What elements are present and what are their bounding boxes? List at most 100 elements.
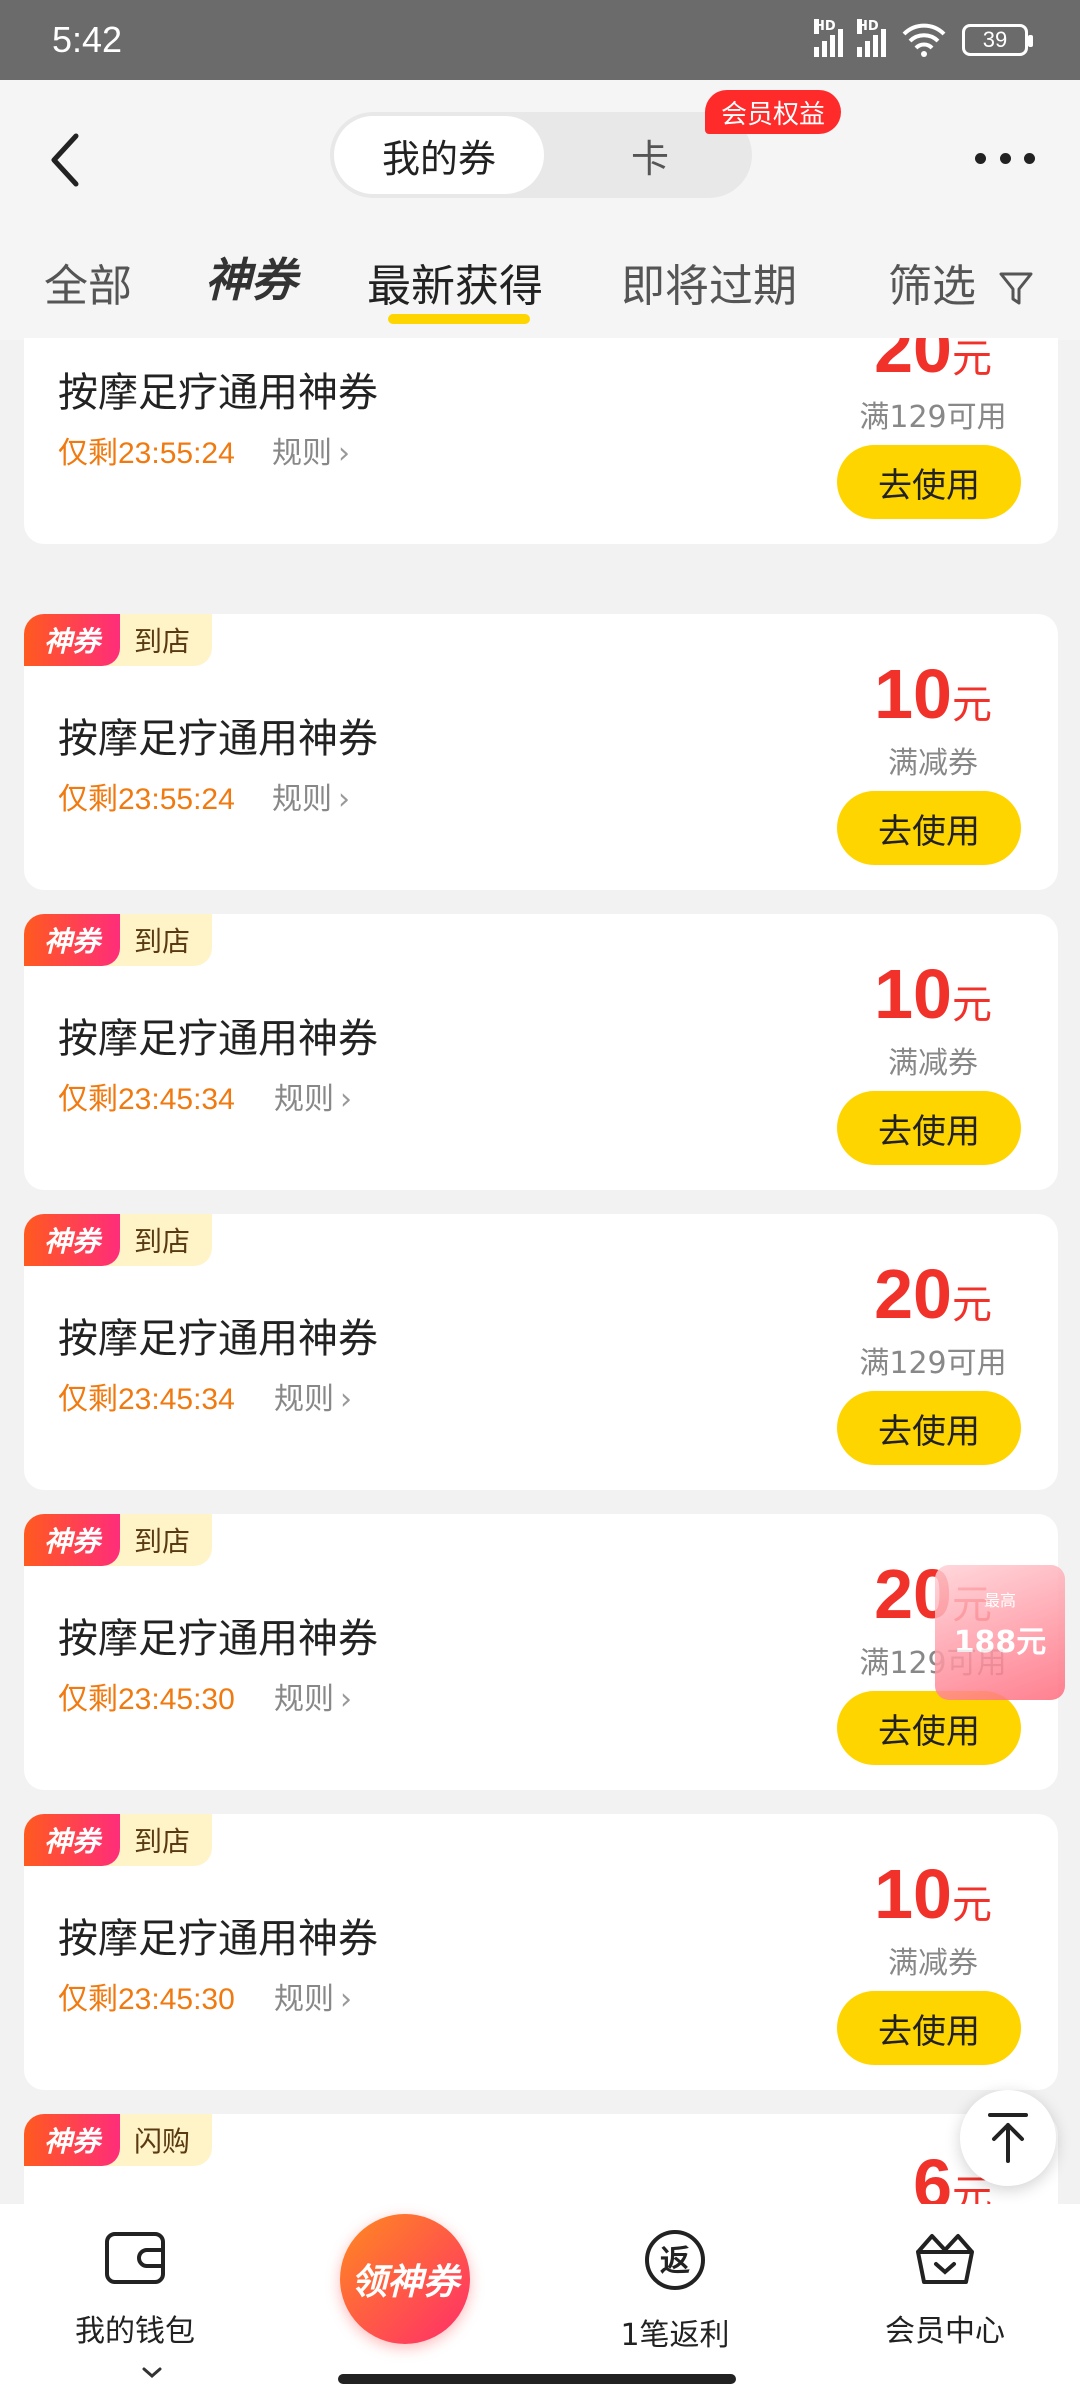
coupon-title: 按摩足疗通用神券	[58, 716, 378, 762]
coupon-amount: 10元	[874, 955, 992, 1033]
tab-all[interactable]: 全部	[44, 250, 132, 314]
header: 我的券 卡 会员权益	[0, 80, 1080, 230]
coupon-rule-link[interactable]: 规则 ›	[274, 1974, 352, 2018]
dot-icon	[999, 152, 1011, 164]
tab-newest[interactable]: 最新获得	[367, 250, 543, 314]
coupon-timer: 仅剩23:45:34	[58, 1083, 235, 1116]
use-coupon-button[interactable]: 去使用	[837, 1091, 1021, 1165]
coupon-condition: 满129可用	[859, 1346, 1007, 1381]
chevron-down-icon	[142, 2367, 162, 2378]
signal-icon: HD	[857, 19, 886, 57]
coupon-list: 神券 到店 按摩足疗通用神券 仅剩23:55:24 规则› 20元 满129可用…	[0, 338, 1080, 2204]
nav-get-coupons-button[interactable]: 领神券	[340, 2214, 470, 2344]
chevron-right-icon: ›	[340, 1682, 352, 1717]
rebate-icon: 返	[645, 2230, 705, 2290]
back-to-top-button[interactable]	[960, 2090, 1056, 2186]
coupon-amount: 20元	[874, 1255, 992, 1333]
coupon-type-tag: 到店	[106, 1814, 213, 1866]
wifi-icon	[902, 23, 946, 57]
back-button[interactable]	[40, 125, 90, 195]
coupon-tags: 神券 到店	[24, 1514, 213, 1566]
segmented-control: 我的券 卡	[330, 112, 752, 198]
tab-expiring[interactable]: 即将过期	[621, 250, 797, 314]
coupon-timer: 仅剩23:45:34	[58, 1383, 235, 1416]
status-time: 5:42	[52, 19, 123, 60]
coupon-card: 神券 到店 按摩足疗通用神券 仅剩23:45:30 规则› 20元 满129可用…	[24, 1514, 1058, 1790]
coupon-rule-link[interactable]: 规则 ›	[272, 774, 350, 818]
chevron-right-icon: ›	[340, 1082, 352, 1117]
use-coupon-button[interactable]: 去使用	[837, 791, 1021, 865]
member-benefits-badge[interactable]: 会员权益	[705, 90, 842, 134]
shenquan-tag: 神券	[24, 1514, 120, 1566]
shenquan-tag: 神券	[24, 1214, 120, 1266]
coupon-title: 按摩足疗通用神券	[58, 1616, 378, 1662]
battery-icon: 39	[962, 24, 1033, 56]
coupon-tags: 神券 到店	[24, 1214, 213, 1266]
home-indicator[interactable]	[338, 2374, 736, 2384]
segment-my-coupons[interactable]: 我的券	[334, 116, 544, 194]
coupon-tags: 神券 到店	[24, 1814, 213, 1866]
active-tab-indicator	[388, 314, 530, 324]
use-coupon-button[interactable]: 去使用	[837, 1391, 1021, 1465]
signal-icon: HD	[814, 19, 843, 57]
coupon-amount: 10元	[874, 1855, 992, 1933]
coupon-tags: 神券 闪购	[24, 2114, 213, 2166]
coupon-type-tag: 到店	[106, 914, 213, 966]
arrow-up-icon	[988, 2113, 1028, 2163]
use-coupon-button[interactable]: 去使用	[837, 445, 1021, 519]
wallet-icon	[105, 2232, 165, 2284]
chevron-right-icon: ›	[338, 436, 350, 471]
svg-text:返: 返	[660, 2244, 690, 2279]
filter-label: 筛选	[888, 261, 976, 312]
coupon-card: 神券 到店 按摩足疗通用神券 仅剩23:45:34 规则 › 10元 满减券 去使…	[24, 914, 1058, 1190]
coupon-condition: 满减券	[888, 1946, 978, 1981]
shenquan-tag: 神券	[24, 914, 120, 966]
status-bar: 5:42 HD HD 39	[0, 0, 1080, 80]
nav-wallet[interactable]: 我的钱包	[35, 2228, 235, 2350]
coupon-timer: 仅剩23:55:24	[58, 437, 235, 470]
coupon-title: 按摩足疗通用神券	[58, 1316, 378, 1362]
coupon-tags: 神券 到店	[24, 614, 213, 666]
coupon-timer: 仅剩23:55:24	[58, 783, 235, 816]
coupon-tags: 神券 到店	[24, 914, 213, 966]
use-coupon-button[interactable]: 去使用	[837, 1691, 1021, 1765]
coupon-card: 神券 到店 按摩足疗通用神券 仅剩23:55:24 规则› 20元 满129可用…	[24, 338, 1058, 544]
shenquan-tag: 神券	[24, 614, 120, 666]
filter-tabs: 全部 神券 最新获得 即将过期 筛选	[0, 230, 1080, 340]
coupon-amount: 20元	[874, 338, 992, 387]
status-icons: HD HD 39	[814, 19, 1033, 58]
coupon-type-tag: 到店	[106, 1514, 213, 1566]
back-arrow-icon	[51, 133, 79, 187]
shenquan-tag: 神券	[24, 2114, 120, 2166]
floating-promo[interactable]: 最高 188元	[935, 1565, 1065, 1700]
nav-member-center[interactable]: 会员中心	[845, 2228, 1045, 2350]
chevron-right-icon: ›	[340, 1982, 352, 2017]
bottom-nav: 我的钱包 领神券 返 1笔返利 会员中心	[0, 2204, 1080, 2400]
tab-shenquan[interactable]: 神券	[205, 244, 297, 310]
coupon-title: 按摩足疗通用神券	[58, 370, 378, 416]
coupon-condition: 满减券	[888, 746, 978, 781]
coupon-condition: 满减券	[888, 1046, 978, 1081]
coupon-type-tag: 到店	[106, 1214, 213, 1266]
coupon-timer: 仅剩23:45:30	[58, 1683, 235, 1716]
tab-filter[interactable]: 筛选	[888, 250, 1034, 314]
coupon-type-tag: 闪购	[106, 2114, 213, 2166]
crown-basket-icon	[916, 2234, 974, 2284]
coupon-rule-link[interactable]: 规则 ›	[274, 1374, 352, 1418]
coupon-card: 神券 到店 按摩足疗通用神券 仅剩23:55:24 规则 › 10元 满减券 去使…	[24, 614, 1058, 890]
nav-rebate[interactable]: 返 1笔返利	[575, 2228, 775, 2354]
coupon-rule-link[interactable]: 规则 ›	[274, 1674, 352, 1718]
coupon-timer: 仅剩23:45:30	[58, 1983, 235, 2016]
filter-icon	[999, 272, 1033, 305]
coupon-rule-link[interactable]: 规则 ›	[274, 1074, 352, 1118]
coupon-title: 按摩足疗通用神券	[58, 1916, 378, 1962]
dot-icon	[975, 152, 986, 164]
dot-icon	[1024, 152, 1035, 164]
more-menu-button[interactable]	[975, 148, 1035, 168]
coupon-type-tag: 到店	[106, 614, 213, 666]
coupon-card: 神券 到店 按摩足疗通用神券 仅剩23:45:30 规则 › 10元 满减券 去使…	[24, 1814, 1058, 2090]
coupon-card: 神券 闪购 6元	[24, 2114, 1058, 2204]
coupon-rule-link[interactable]: 规则 ›	[272, 428, 350, 472]
coupon-condition: 满129可用	[859, 400, 1007, 435]
use-coupon-button[interactable]: 去使用	[837, 1991, 1021, 2065]
